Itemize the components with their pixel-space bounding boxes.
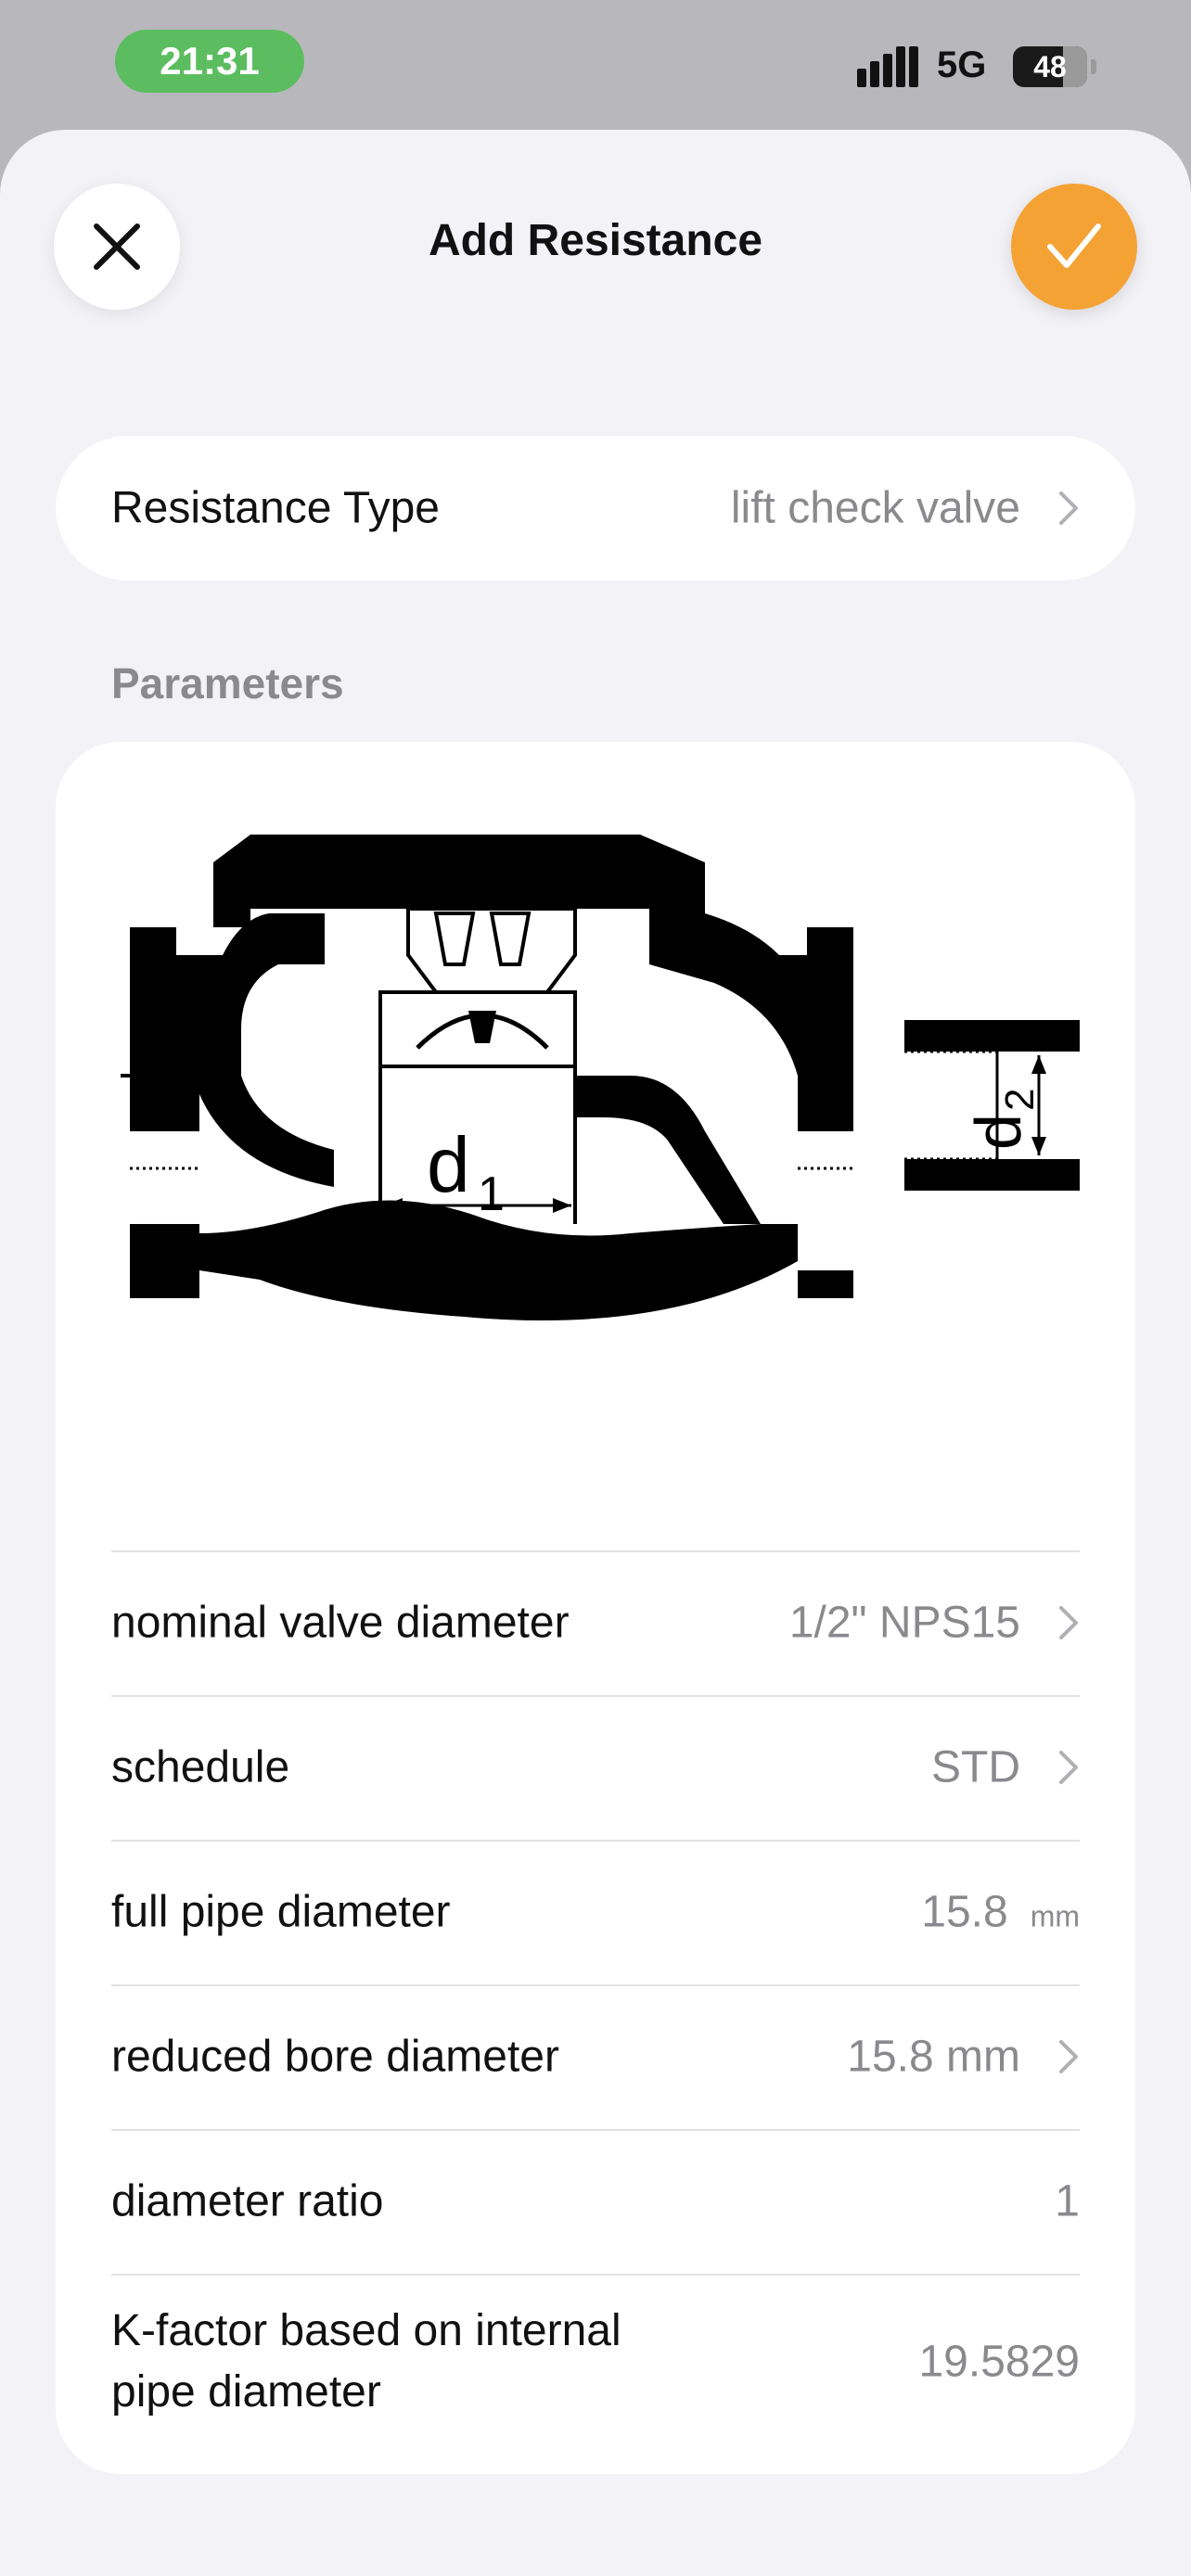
status-bar: 21:31 5G 48 <box>0 0 1191 130</box>
param-label: K-factor based on internal <box>111 2306 621 2355</box>
param-row-k-factor: K-factor based on internal pipe diameter… <box>56 2274 1135 2450</box>
param-label-multiline: K-factor based on internal pipe diameter <box>111 2301 621 2423</box>
d1-label: d <box>427 1121 470 1208</box>
param-label: reduced bore diameter <box>111 2032 559 2082</box>
param-row-schedule[interactable]: schedule STD <box>56 1695 1135 1840</box>
parameters-section-title: Parameters <box>111 659 344 708</box>
param-unit: mm <box>1030 1899 1080 1933</box>
resistance-type-label: Resistance Type <box>111 483 440 533</box>
network-label: 5G <box>937 45 987 85</box>
d2-label: d <box>962 1114 1034 1150</box>
param-label: diameter ratio <box>111 2176 384 2226</box>
checkmark-icon <box>1047 223 1101 268</box>
param-value: 1 <box>1055 2176 1080 2226</box>
signal-icon <box>857 46 918 87</box>
chevron-right-icon <box>1059 2040 1078 2073</box>
status-time[interactable]: 21:31 <box>115 30 304 93</box>
d1-subscript: 1 <box>478 1167 505 1221</box>
param-value: 19.5829 <box>918 2337 1080 2387</box>
param-row-diameter-ratio: diameter ratio 1 <box>56 2129 1135 2274</box>
param-row-nominal-valve-diameter[interactable]: nominal valve diameter 1/2" NPS15 <box>56 1550 1135 1695</box>
resistance-type-row[interactable]: Resistance Type lift check valve <box>56 436 1135 580</box>
modal-sheet: Add Resistance Resistance Type lift chec… <box>0 130 1191 2576</box>
chevron-right-icon <box>1059 491 1078 525</box>
param-label: schedule <box>111 1742 290 1792</box>
param-value: 1/2" NPS15 <box>788 1598 1020 1648</box>
d2-subscript: 2 <box>997 1089 1043 1111</box>
param-row-reduced-bore-diameter[interactable]: reduced bore diameter 15.8 mm <box>56 1984 1135 2129</box>
battery-tip <box>1091 59 1096 74</box>
param-label-line2: pipe diameter <box>111 2367 381 2417</box>
battery-icon: 48 <box>1013 46 1087 87</box>
param-row-full-pipe-diameter[interactable]: full pipe diameter 15.8 mm <box>56 1840 1135 1984</box>
battery-level: 48 <box>1033 49 1067 83</box>
param-label: full pipe diameter <box>111 1887 451 1937</box>
param-value: STD <box>931 1742 1020 1792</box>
chevron-right-icon <box>1059 1606 1078 1639</box>
lift-check-valve-diagram: d 1 d 2 <box>121 835 1080 1320</box>
param-value: 15.8 <box>921 1887 1008 1937</box>
resistance-type-value: lift check valve <box>730 483 1020 533</box>
chevron-right-icon <box>1059 1751 1078 1784</box>
param-value-with-unit: 15.8 mm <box>921 1887 1080 1938</box>
param-label: nominal valve diameter <box>111 1598 570 1648</box>
confirm-button[interactable] <box>1011 184 1137 310</box>
param-value: 15.8 mm <box>847 2032 1020 2082</box>
parameters-card: d 1 d 2 nominal valve diameter 1/2" NPS1… <box>56 742 1135 2474</box>
